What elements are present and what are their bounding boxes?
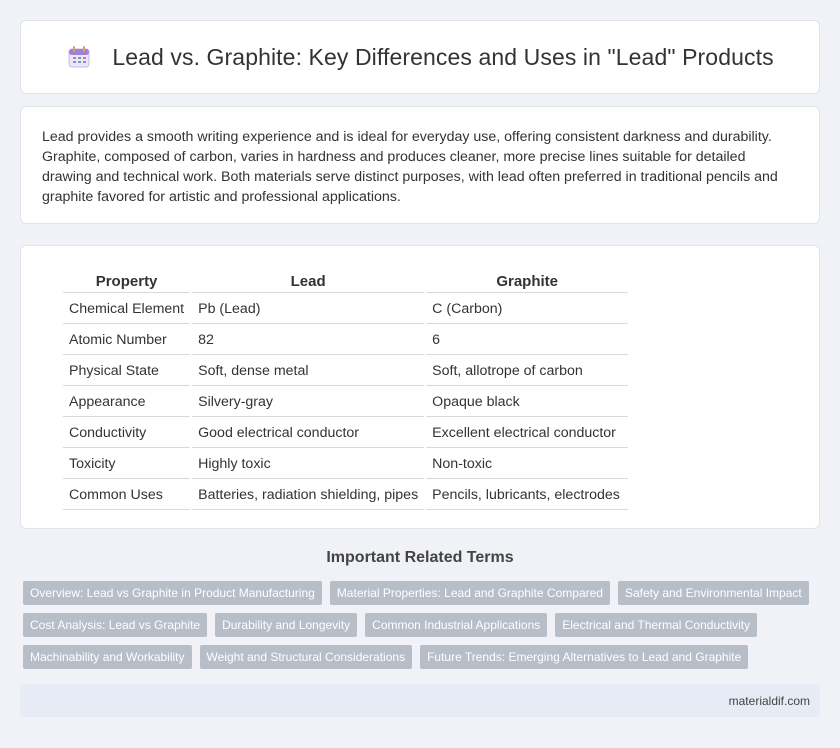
related-terms-title: Important Related Terms	[326, 549, 514, 566]
cell-graphite: Opaque black	[426, 388, 629, 417]
cell-graphite: Pencils, lubricants, electrodes	[426, 481, 629, 510]
related-term-tag[interactable]: Future Trends: Emerging Alternatives to …	[420, 645, 749, 669]
cell-lead: Silvery-gray	[192, 388, 425, 417]
related-term-tag[interactable]: Safety and Environmental Impact	[617, 581, 809, 605]
title-wrap: Lead vs. Graphite: Key Differences and U…	[66, 43, 774, 71]
cell-property: Physical State	[63, 357, 191, 386]
related-term-tag[interactable]: Overview: Lead vs Graphite in Product Ma…	[23, 581, 322, 605]
header-property: Property	[63, 270, 191, 293]
cell-graphite: Non-toxic	[426, 450, 629, 479]
related-term-tag[interactable]: Cost Analysis: Lead vs Graphite	[23, 613, 208, 637]
cell-property: Chemical Element	[63, 295, 191, 324]
table-row: Common Uses Batteries, radiation shieldi…	[63, 481, 629, 510]
cell-lead: Soft, dense metal	[192, 357, 425, 386]
table-header-row: Property Lead Graphite	[63, 270, 629, 293]
related-term-tag[interactable]: Durability and Longevity	[215, 613, 358, 637]
cell-lead: 82	[192, 326, 425, 355]
cell-property: Conductivity	[63, 419, 191, 448]
related-term-tag[interactable]: Weight and Structural Considerations	[199, 645, 413, 669]
table-row: Toxicity Highly toxic Non-toxic	[63, 450, 629, 479]
intro-card: Lead provides a smooth writing experienc…	[20, 106, 820, 224]
cell-graphite: Soft, allotrope of carbon	[426, 357, 629, 386]
cell-lead: Batteries, radiation shielding, pipes	[192, 481, 425, 510]
table-row: Atomic Number 82 6	[63, 326, 629, 355]
cell-property: Appearance	[63, 388, 191, 417]
footer: materialdif.com	[20, 684, 820, 717]
intro-paragraph: Lead provides a smooth writing experienc…	[42, 129, 778, 205]
cell-property: Toxicity	[63, 450, 191, 479]
cell-graphite: 6	[426, 326, 629, 355]
table-row: Appearance Silvery-gray Opaque black	[63, 388, 629, 417]
table-row: Conductivity Good electrical conductor E…	[63, 419, 629, 448]
calendar-icon	[68, 46, 90, 68]
related-terms-tags: Overview: Lead vs Graphite in Product Ma…	[23, 581, 823, 677]
comparison-table-card: Property Lead Graphite Chemical Element …	[20, 245, 820, 529]
page-title: Lead vs. Graphite: Key Differences and U…	[112, 43, 774, 70]
tag-row: Machinability and Workability Weight and…	[23, 645, 823, 669]
cell-lead: Highly toxic	[192, 450, 425, 479]
related-term-tag[interactable]: Common Industrial Applications	[365, 613, 548, 637]
cell-lead: Pb (Lead)	[192, 295, 425, 324]
cell-graphite: C (Carbon)	[426, 295, 629, 324]
cell-property: Common Uses	[63, 481, 191, 510]
related-term-tag[interactable]: Machinability and Workability	[23, 645, 192, 669]
tag-row: Cost Analysis: Lead vs Graphite Durabili…	[23, 613, 823, 637]
header-graphite: Graphite	[426, 270, 629, 293]
cell-lead: Good electrical conductor	[192, 419, 425, 448]
related-term-tag[interactable]: Material Properties: Lead and Graphite C…	[329, 581, 610, 605]
cell-graphite: Excellent electrical conductor	[426, 419, 629, 448]
cell-property: Atomic Number	[63, 326, 191, 355]
table-row: Chemical Element Pb (Lead) C (Carbon)	[63, 295, 629, 324]
footer-site-link[interactable]: materialdif.com	[729, 694, 810, 708]
header-lead: Lead	[192, 270, 425, 293]
table-row: Physical State Soft, dense metal Soft, a…	[63, 357, 629, 386]
comparison-table: Property Lead Graphite Chemical Element …	[61, 268, 630, 512]
related-term-tag[interactable]: Electrical and Thermal Conductivity	[555, 613, 758, 637]
header-card: Lead vs. Graphite: Key Differences and U…	[20, 20, 820, 94]
tag-row: Overview: Lead vs Graphite in Product Ma…	[23, 581, 823, 605]
